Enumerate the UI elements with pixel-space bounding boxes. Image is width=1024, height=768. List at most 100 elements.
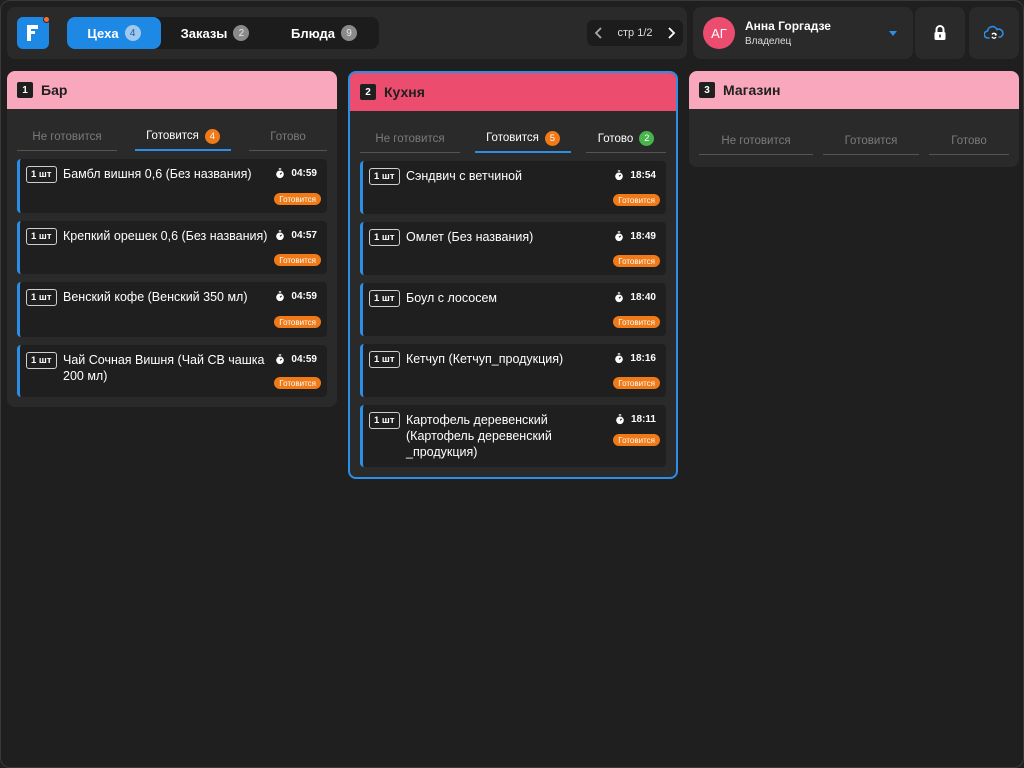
column-header[interactable]: 1 Бар: [7, 71, 337, 109]
quantity-badge: 1 шт: [369, 412, 400, 429]
column-number: 3: [699, 82, 715, 98]
status-tabs: Не готовится Готовится 5 Готово 2: [350, 111, 676, 161]
column-title: Бар: [41, 82, 68, 98]
status-tab-cooking[interactable]: Готовится: [823, 127, 919, 155]
item-name: Бамбл вишня 0,6 (Без названия): [63, 167, 252, 181]
cloud-sync-icon: [984, 25, 1004, 39]
timer: 18:40: [614, 292, 656, 303]
stopwatch-icon: [615, 353, 624, 364]
stopwatch-icon: [276, 230, 285, 241]
status-badge: Готовится: [274, 316, 321, 328]
item-name: Омлет (Без названия): [406, 230, 534, 244]
status-tab-done[interactable]: Готово: [929, 127, 1009, 155]
stopwatch-icon: [615, 170, 624, 181]
workshop-column-shop: 3 Магазин Не готовится Готовится Готово: [689, 71, 1019, 167]
tab-count-badge: 4: [124, 25, 141, 41]
status-tab-done[interactable]: Готово 2: [586, 125, 666, 153]
tab-label: Заказы: [180, 25, 228, 41]
timer: 04:59: [275, 291, 317, 302]
status-tab-cooking[interactable]: Готовится 4: [135, 123, 231, 151]
app-frame: Цеха 4 Заказы 2 Блюда 9 стр 1/2 АГ Анна …: [0, 0, 1024, 768]
status-tab-not-cooking[interactable]: Не готовится: [17, 123, 117, 151]
status-tab-not-cooking[interactable]: Не готовится: [360, 125, 460, 153]
lock-button[interactable]: [915, 7, 965, 59]
item-name: Кетчуп (Кетчуп_продукция): [406, 352, 564, 366]
stopwatch-icon: [615, 292, 624, 303]
timer: 18:16: [614, 353, 656, 364]
item-name: Боул с лососем: [406, 291, 498, 305]
order-item-card[interactable]: 1 шт Крепкий орешек 0,6 (Без названия) 0…: [17, 221, 327, 274]
status-tab-cooking[interactable]: Готовится 5: [475, 125, 571, 153]
tab-count-badge: 2: [233, 25, 250, 41]
timer-value: 18:11: [630, 414, 656, 425]
page-indicator: стр 1/2: [617, 27, 653, 39]
status-count-badge: 5: [544, 130, 560, 146]
order-item-card[interactable]: 1 шт Картофель деревенский (Картофель де…: [360, 405, 666, 467]
timer: 04:59: [275, 354, 317, 365]
order-item-card[interactable]: 1 шт Сэндвич с ветчиной 18:54 Готовится: [360, 161, 666, 214]
item-name: Венский кофе (Венский 350 мл): [63, 290, 248, 304]
workshop-column-bar: 1 Бар Не готовится Готовится 4 Готово 1 …: [7, 71, 337, 407]
timer-value: 18:54: [630, 170, 656, 181]
status-tab-label: Готовится: [146, 130, 199, 142]
user-name: Анна Горгадзе: [745, 19, 831, 33]
item-name: Сэндвич с ветчиной: [406, 169, 523, 183]
order-item-card[interactable]: 1 шт Венский кофе (Венский 350 мл) 04:59…: [17, 282, 327, 337]
timer-value: 18:16: [630, 353, 656, 364]
timer-value: 04:59: [291, 168, 317, 179]
order-item-card[interactable]: 1 шт Боул с лососем 18:40 Готовится: [360, 283, 666, 336]
quantity-badge: 1 шт: [369, 229, 400, 246]
tab-label: Блюда: [290, 25, 335, 41]
workshop-column-kitchen: 2 Кухня Не готовится Готовится 5 Готово …: [348, 71, 678, 479]
column-header[interactable]: 2 Кухня: [350, 73, 676, 111]
quantity-badge: 1 шт: [26, 166, 57, 183]
item-name: Крепкий орешек 0,6 (Без названия): [63, 229, 268, 243]
status-tab-done[interactable]: Готово: [249, 123, 327, 151]
quantity-badge: 1 шт: [369, 168, 400, 185]
status-tab-label: Готовится: [486, 132, 539, 144]
timer-value: 04:59: [291, 354, 317, 365]
quantity-badge: 1 шт: [26, 289, 57, 306]
status-badge: Готовится: [274, 193, 321, 205]
status-badge: Готовится: [613, 377, 660, 389]
status-tab-label: Готово: [951, 134, 987, 147]
order-item-card[interactable]: 1 шт Бамбл вишня 0,6 (Без названия) 04:5…: [17, 159, 327, 213]
sync-button[interactable]: [969, 7, 1019, 59]
next-page-button[interactable]: [659, 20, 683, 46]
timer: 18:49: [614, 231, 656, 242]
chevron-left-icon: [594, 27, 602, 39]
status-tab-label: Не готовится: [32, 130, 102, 143]
app-logo-icon[interactable]: [17, 16, 50, 49]
quantity-badge: 1 шт: [369, 290, 400, 307]
quantity-badge: 1 шт: [26, 352, 57, 369]
chevron-right-icon: [668, 27, 676, 39]
status-tabs: Не готовится Готовится 4 Готово: [7, 109, 337, 159]
item-name: Чай Сочная Вишня (Чай СВ чашка 200 мл): [63, 353, 265, 383]
order-item-card[interactable]: 1 шт Омлет (Без названия) 18:49 Готовитс…: [360, 222, 666, 275]
status-badge: Готовится: [613, 434, 660, 446]
timer: 04:59: [275, 168, 317, 179]
prev-page-button[interactable]: [587, 20, 611, 46]
user-role: Владелец: [745, 36, 792, 47]
timer: 18:54: [614, 170, 656, 181]
user-menu[interactable]: АГ Анна Горгадзе Владелец: [693, 7, 913, 59]
status-tab-label: Готовится: [844, 134, 898, 147]
caret-down-icon[interactable]: [889, 31, 897, 36]
order-item-card[interactable]: 1 шт Чай Сочная Вишня (Чай СВ чашка 200 …: [17, 345, 327, 397]
timer-value: 18:49: [630, 231, 656, 242]
lock-icon: [934, 25, 946, 40]
column-header[interactable]: 3 Магазин: [689, 71, 1019, 109]
order-item-card[interactable]: 1 шт Кетчуп (Кетчуп_продукция) 18:16 Гот…: [360, 344, 666, 397]
logo-area: [7, 7, 59, 59]
stopwatch-icon: [615, 231, 624, 242]
tab-count-badge: 9: [341, 25, 357, 41]
pager: стр 1/2: [587, 20, 683, 46]
status-tab-label: Не готовится: [721, 134, 791, 147]
tab-orders[interactable]: Заказы 2: [161, 17, 269, 49]
status-tab-not-cooking[interactable]: Не готовится: [699, 127, 813, 155]
status-badge: Готовится: [613, 255, 660, 267]
tab-dishes[interactable]: Блюда 9: [269, 17, 379, 49]
stopwatch-icon: [616, 414, 624, 425]
tab-workshops[interactable]: Цеха 4: [67, 17, 161, 49]
status-badge: Готовится: [613, 194, 660, 206]
